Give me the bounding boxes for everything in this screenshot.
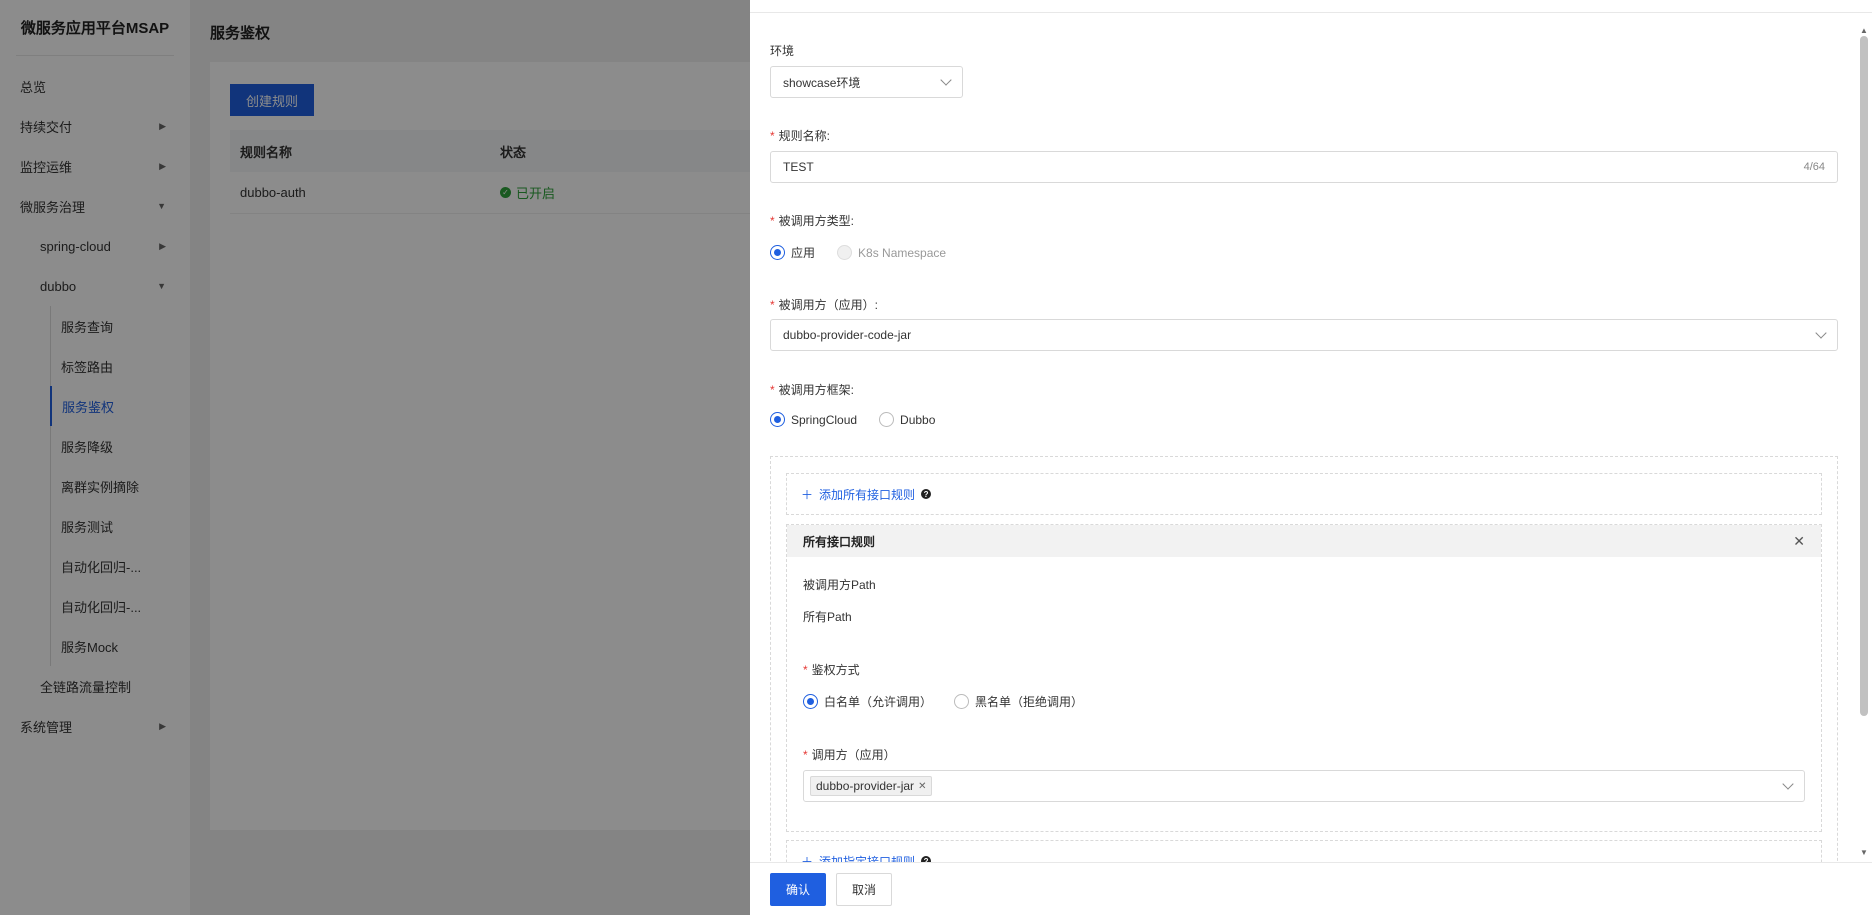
close-icon[interactable]: ✕ [1793, 533, 1805, 550]
confirm-button[interactable]: 确认 [770, 873, 826, 906]
drawer-body: 环境 showcase环境 * 规则名称: TEST 4/64 * 被调用方类型: … [770, 12, 1840, 862]
chevron-down-icon [1815, 327, 1827, 339]
char-counter: 4/64 [1803, 161, 1825, 173]
help-icon[interactable]: ? [921, 489, 932, 499]
auth-mode-label: * 鉴权方式 [803, 663, 860, 677]
caller-label: * 调用方（应用） [803, 748, 896, 762]
cancel-button[interactable]: 取消 [836, 873, 892, 906]
framework-label: * 被调用方框架: [770, 383, 855, 397]
add-specific-interface-rule[interactable]: ＋ 添加指定接口规则 ? [786, 840, 1822, 862]
scroll-up-icon[interactable]: ▲ [1860, 26, 1868, 35]
add-all-interface-rule[interactable]: ＋ 添加所有接口规则 ? [786, 473, 1822, 515]
radio-k8s-namespace [837, 245, 853, 260]
radio-blacklist[interactable] [954, 694, 970, 709]
caller-tag: dubbo-provider-jar ✕ [810, 776, 933, 796]
callee-select[interactable]: dubbo-provider-code-jar [770, 319, 1838, 351]
plus-icon: ＋ [801, 854, 814, 863]
scroll-down-icon[interactable]: ▼ [1860, 848, 1868, 857]
radio-app[interactable] [770, 245, 785, 260]
radio-whitelist[interactable] [803, 694, 818, 709]
callee-label: * 被调用方（应用）: [770, 298, 879, 312]
path-label: 被调用方Path [803, 578, 876, 592]
drawer-scrollbar[interactable] [1860, 36, 1868, 716]
drawer-footer: 确认 取消 [750, 862, 1872, 915]
auth-mode-radio-group: 白名单（允许调用） 黑名单（拒绝调用） [803, 693, 1083, 710]
drawer-overlay-mask[interactable] [0, 0, 750, 915]
path-value: 所有Path [803, 610, 852, 624]
caller-multiselect[interactable]: dubbo-provider-jar ✕ [803, 770, 1805, 802]
callee-type-label: * 被调用方类型: [770, 214, 855, 228]
env-select[interactable]: showcase环境 [770, 66, 963, 98]
rule-name-input[interactable]: TEST 4/64 [770, 151, 1838, 183]
rule-name-label: * 规则名称: [770, 129, 831, 143]
callee-type-radio-group: 应用 K8s Namespace [770, 244, 946, 261]
radio-springcloud[interactable] [770, 412, 785, 427]
all-interface-rule-header: 所有接口规则 ✕ [787, 525, 1821, 557]
env-label: 环境 [770, 44, 795, 58]
chevron-down-icon [1782, 778, 1794, 790]
tag-close-icon[interactable]: ✕ [918, 781, 926, 792]
create-rule-drawer: 环境 showcase环境 * 规则名称: TEST 4/64 * 被调用方类型: … [750, 0, 1872, 915]
plus-icon: ＋ [801, 487, 814, 502]
framework-radio-group: SpringCloud Dubbo [770, 412, 935, 427]
chevron-down-icon [940, 74, 952, 86]
radio-dubbo[interactable] [879, 412, 895, 427]
